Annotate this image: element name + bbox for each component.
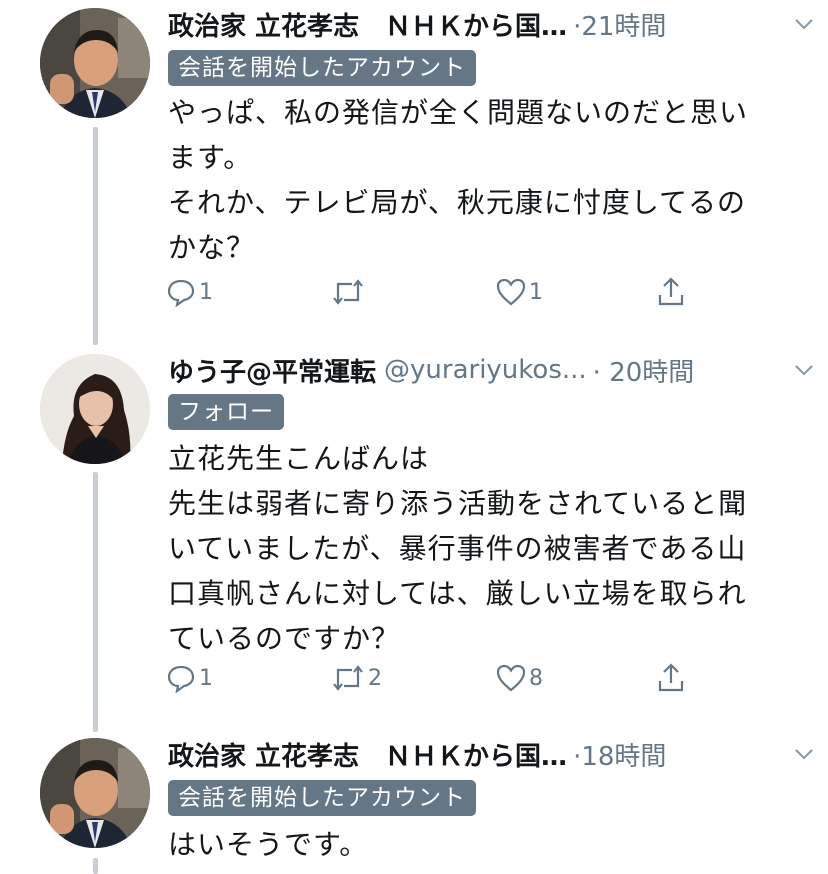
tweet-text: はいそうです。 [168, 828, 369, 861]
follows-you-badge: フォロー [168, 394, 284, 430]
tweet-actions: 1 1 [165, 272, 705, 312]
conversation-starter-badge: 会話を開始したアカウント [168, 780, 476, 816]
like-count: 8 [529, 665, 543, 691]
chevron-down-icon[interactable] [790, 356, 818, 384]
thread-line [93, 472, 98, 732]
share-icon [658, 277, 684, 306]
avatar[interactable] [40, 738, 150, 848]
share-button[interactable] [655, 272, 687, 312]
retweet-button[interactable]: 2 [330, 658, 382, 698]
thread-line [93, 127, 98, 345]
reply-icon [167, 665, 195, 694]
avatar-woman-icon [40, 354, 150, 464]
reply-icon [167, 279, 195, 308]
avatar-man-icon [40, 738, 150, 848]
tweet-header: 政治家 立花孝志 ＮＨＫから国… ·21時間 [168, 2, 818, 46]
retweet-icon [333, 665, 363, 691]
share-button[interactable] [655, 658, 687, 698]
avatar-man-icon [40, 8, 150, 118]
author-name[interactable]: 政治家 立花孝志 ＮＨＫから国… [168, 6, 567, 43]
reply-count: 1 [199, 279, 213, 305]
retweet-count: 2 [368, 665, 382, 691]
tweet-header: 政治家 立花孝志 ＮＨＫから国… ·18時間 [168, 732, 818, 776]
chevron-down-icon[interactable] [790, 740, 818, 768]
avatar[interactable] [40, 354, 150, 464]
like-button[interactable]: 1 [495, 272, 543, 312]
tweet-time[interactable]: ·18時間 [573, 736, 666, 773]
reply-count: 1 [199, 665, 213, 691]
tweet-actions: 1 2 8 [165, 658, 705, 698]
tweet-time[interactable]: · 20時間 [593, 352, 695, 389]
tweet-header: ゆう子@平常運転 @yurariyukos... · 20時間 [168, 348, 818, 392]
tweet-time[interactable]: ·21時間 [573, 6, 666, 43]
retweet-button[interactable] [330, 272, 368, 312]
reply-button[interactable]: 1 [165, 658, 213, 698]
share-icon [658, 663, 684, 692]
avatar[interactable] [40, 8, 150, 118]
author-name[interactable]: ゆう子@平常運転 [168, 352, 376, 389]
heart-icon [496, 664, 526, 692]
author-handle[interactable]: @yurariyukos... [384, 355, 587, 385]
like-button[interactable]: 8 [495, 658, 543, 698]
thread-line [93, 858, 98, 874]
chevron-down-icon[interactable] [790, 10, 818, 38]
author-name[interactable]: 政治家 立花孝志 ＮＨＫから国… [168, 736, 567, 773]
conversation-starter-badge: 会話を開始したアカウント [168, 50, 476, 86]
reply-button[interactable]: 1 [165, 272, 213, 312]
heart-icon [496, 278, 526, 306]
tweet-text: 立花先生こんばんは 先生は弱者に寄り添う活動をされていると聞 いていましたが、暴… [168, 442, 748, 655]
like-count: 1 [529, 279, 543, 305]
tweet-text: やっぱ、私の発信が全く問題ないのだと思い ます。 それか、テレビ局が、秋元康に忖… [168, 96, 749, 264]
retweet-icon [333, 279, 363, 305]
